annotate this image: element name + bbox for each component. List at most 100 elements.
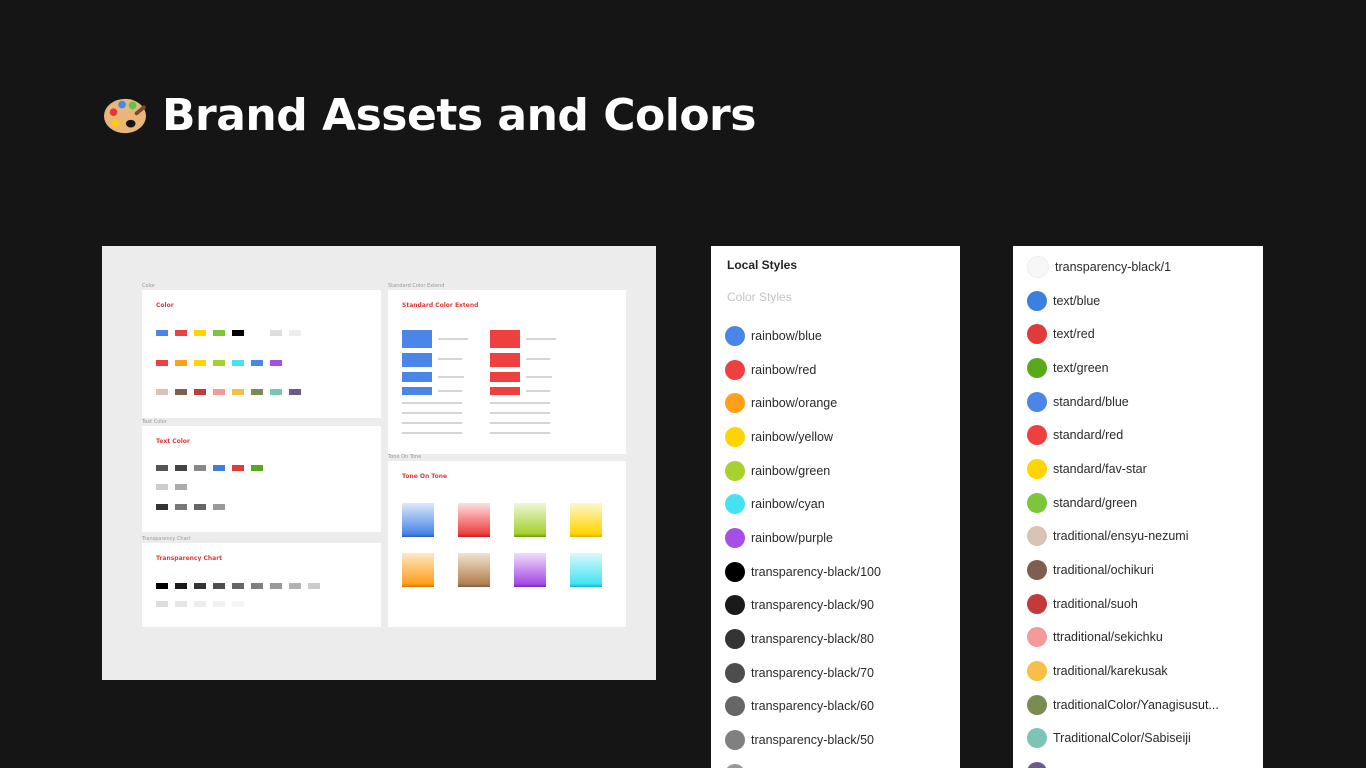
color-style-item[interactable]: traditional/ensyu-nezumi	[1027, 520, 1219, 554]
tone-red	[458, 503, 490, 537]
frame-title-transparency: Transparency Chart	[156, 555, 223, 562]
page-title: Brand Assets and Colors	[162, 90, 756, 141]
color-swatch-dot	[1027, 357, 1047, 378]
color-style-item[interactable]: traditionalColor/Yanagisusut...	[1027, 688, 1219, 722]
frame-text-color[interactable]: Text Color	[142, 426, 381, 532]
color-swatch-dot	[1027, 425, 1047, 446]
panel-title: Local Styles	[727, 258, 798, 272]
local-styles-panel-continued: transparency-black/1 text/blue text/red tex…	[1013, 246, 1263, 768]
color-styles-heading: Color Styles	[727, 290, 792, 304]
color-style-item[interactable]: traditional/suoh	[1027, 587, 1219, 621]
color-swatch-dot	[725, 730, 745, 751]
color-style-item[interactable]: TraditionalColor/Sabiseiji	[1027, 722, 1219, 756]
color-style-item[interactable]: standard/green	[1027, 486, 1219, 520]
color-swatch-dot	[725, 393, 745, 414]
standard-blue-blocks	[402, 330, 432, 395]
frame-title-color: Color	[156, 302, 174, 309]
color-style-item[interactable]: text/blue	[1027, 284, 1219, 318]
frame-label-tone-on-tone: Tone On Tone	[388, 454, 422, 460]
color-style-label: traditionalColor/Yanagisusut...	[1053, 697, 1219, 712]
transparency-swatch-row-2	[156, 601, 244, 607]
color-style-item[interactable]	[725, 757, 881, 768]
page-header: Brand Assets and Colors	[102, 90, 756, 141]
color-style-label: rainbow/blue	[751, 328, 822, 343]
color-style-label: ttraditional/sekichku	[1053, 630, 1163, 645]
color-style-item[interactable]: ttraditional/sekichku	[1027, 621, 1219, 655]
tone-blue	[402, 503, 434, 537]
color-style-item[interactable]: transparency-black/60	[725, 690, 881, 724]
color-style-label: transparency-black/80	[751, 632, 874, 647]
color-style-label: traditional/ensyu-nezumi	[1053, 529, 1189, 544]
color-style-label: rainbow/yellow	[751, 429, 833, 444]
color-swatch-dot	[1027, 391, 1047, 412]
frame-transparency-chart[interactable]: Transparency Chart	[142, 543, 381, 627]
color-style-item[interactable]: standard/fav-star	[1027, 452, 1219, 486]
color-style-label: transparency-black/100	[751, 564, 881, 579]
color-style-item[interactable]: transparency-black/70	[725, 656, 881, 690]
color-style-item[interactable]: transparency-black/90	[725, 589, 881, 623]
design-canvas-preview[interactable]: Color Color Text Color Text Color Transp…	[102, 246, 656, 680]
color-style-item[interactable]	[1027, 755, 1219, 768]
frame-label-standard-extend: Standard Color Extend	[388, 283, 445, 289]
color-style-label: standard/red	[1053, 428, 1124, 443]
color-style-item[interactable]: transparency-black/50	[725, 723, 881, 757]
frame-title-tone-on-tone: Tone On Tone	[402, 473, 448, 480]
color-style-item[interactable]: rainbow/blue	[725, 319, 881, 353]
color-style-item[interactable]: rainbow/purple	[725, 521, 881, 555]
color-style-item[interactable]: transparency-black/100	[725, 555, 881, 589]
text-color-swatch-row-2	[156, 484, 187, 490]
color-swatch-dot	[1027, 762, 1047, 768]
tone-purple	[514, 553, 546, 587]
color-swatch-row	[156, 330, 301, 336]
tone-brown	[458, 553, 490, 587]
color-style-item[interactable]: traditional/ochikuri	[1027, 553, 1219, 587]
color-swatch-dot	[725, 629, 745, 650]
text-color-swatch-row	[156, 465, 263, 471]
color-swatch-dot	[725, 527, 745, 548]
color-style-item[interactable]: rainbow/red	[725, 353, 881, 387]
color-swatch-dot	[725, 662, 745, 683]
artist-palette-icon	[104, 98, 146, 133]
frame-standard-color-extend[interactable]: Standard Color Extend	[388, 290, 626, 454]
color-style-item[interactable]: rainbow/green	[725, 454, 881, 488]
color-style-item[interactable]: rainbow/orange	[725, 386, 881, 420]
color-style-item[interactable]: standard/red	[1027, 418, 1219, 452]
color-style-label: standard/green	[1053, 495, 1138, 510]
color-swatch-dot	[725, 763, 745, 768]
color-swatch-dot	[1027, 526, 1047, 547]
tone-green	[514, 503, 546, 537]
color-style-item[interactable]: traditional/karekusak	[1027, 654, 1219, 688]
frame-title-standard-extend: Standard Color Extend	[402, 302, 479, 309]
color-swatch-dot	[1027, 255, 1049, 278]
color-style-list: rainbow/blue rainbow/red rainbow/orange rai…	[725, 319, 881, 768]
color-style-item[interactable]: transparency-black/80	[725, 622, 881, 656]
standard-red-blocks	[490, 330, 520, 395]
color-style-label: transparency-black/1	[1055, 259, 1172, 274]
color-style-label: standard/blue	[1053, 394, 1129, 409]
color-style-label: rainbow/red	[751, 362, 817, 377]
color-swatch-dot	[725, 494, 745, 515]
color-style-label: text/green	[1053, 360, 1109, 375]
frame-tone-on-tone[interactable]: Tone On Tone	[388, 461, 626, 627]
frame-color[interactable]: Color	[142, 290, 381, 418]
color-style-label: traditional/karekusak	[1053, 664, 1168, 679]
color-style-label: transparency-black/90	[751, 598, 874, 613]
color-swatch-dot	[725, 325, 745, 346]
color-swatch-dot	[1027, 458, 1047, 479]
color-swatch-dot	[1027, 694, 1047, 715]
color-style-label: transparency-black/50	[751, 733, 874, 748]
color-style-item[interactable]: text/red	[1027, 317, 1219, 351]
rainbow-swatch-row	[156, 360, 282, 366]
tone-yellow	[570, 503, 602, 537]
color-style-item[interactable]: rainbow/cyan	[725, 487, 881, 521]
color-style-label: TraditionalColor/Sabiseiji	[1053, 731, 1191, 746]
color-style-item[interactable]: text/green	[1027, 351, 1219, 385]
color-swatch-dot	[1027, 324, 1047, 345]
frame-title-text-color: Text Color	[156, 438, 190, 445]
color-style-item[interactable]: standard/blue	[1027, 385, 1219, 419]
color-style-label: transparency-black/60	[751, 699, 874, 714]
color-style-label: text/red	[1053, 327, 1095, 342]
color-style-item[interactable]: rainbow/yellow	[725, 420, 881, 454]
color-swatch-dot	[1027, 492, 1047, 513]
color-style-item[interactable]: transparency-black/1	[1027, 250, 1219, 284]
